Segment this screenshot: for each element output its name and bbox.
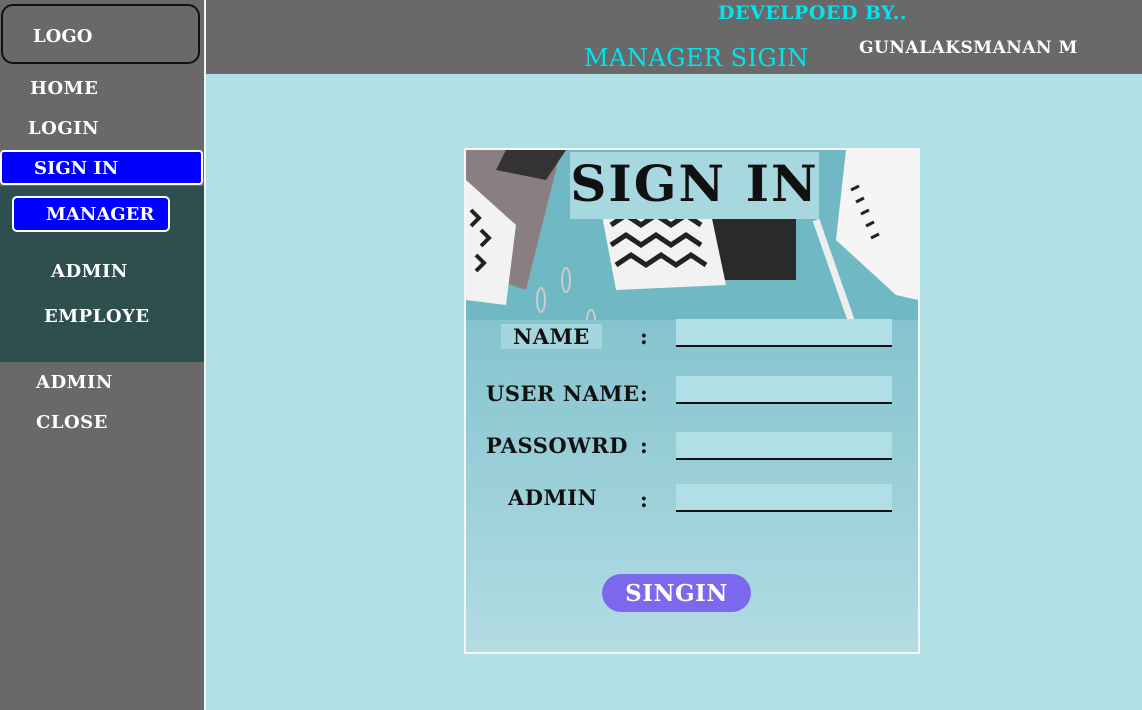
sidebar: LOGO HOME LOGIN SIGN IN MANAGER ADMIN EM…	[0, 0, 206, 710]
submenu-item-manager-label: MANAGER	[46, 204, 155, 225]
signin-button[interactable]: SINGIN	[602, 574, 751, 612]
submenu-item-employe[interactable]: EMPLOYE	[44, 306, 150, 327]
submenu-item-admin[interactable]: ADMIN	[51, 261, 128, 282]
sign-in-card: SIGN IN NAME : USER NAME : PASSOWRD : AD…	[464, 148, 920, 654]
name-field[interactable]	[676, 319, 892, 347]
sidebar-item-admin[interactable]: ADMIN	[36, 372, 113, 393]
sidebar-item-login[interactable]: LOGIN	[28, 118, 99, 139]
logo: LOGO	[1, 4, 200, 64]
admin-label: ADMIN	[508, 485, 598, 510]
sidebar-item-home[interactable]: HOME	[30, 78, 98, 99]
admin-colon: :	[640, 487, 648, 512]
page-title: MANAGER SIGIN	[584, 44, 809, 72]
password-colon: :	[640, 433, 648, 458]
logo-text: LOGO	[33, 26, 93, 47]
developer-name: GUNALAKSMANAN M	[859, 38, 1078, 58]
password-label: PASSOWRD	[486, 433, 628, 458]
username-colon: :	[640, 381, 648, 406]
sidebar-item-close[interactable]: CLOSE	[36, 412, 108, 433]
username-field[interactable]	[676, 376, 892, 404]
sidebar-item-sign-in[interactable]: SIGN IN	[0, 150, 203, 185]
sidebar-item-sign-in-label: SIGN IN	[34, 158, 119, 179]
sign-in-title-box: SIGN IN	[570, 152, 819, 219]
admin-field[interactable]	[676, 484, 892, 512]
developed-by-label: DEVELPOED BY..	[718, 2, 908, 24]
submenu-item-manager[interactable]: MANAGER	[12, 196, 170, 232]
password-field[interactable]	[676, 432, 892, 460]
header-bar: DEVELPOED BY.. MANAGER SIGIN GUNALAKSMAN…	[206, 0, 1142, 74]
name-label: NAME	[501, 324, 602, 349]
sign-in-submenu: MANAGER ADMIN EMPLOYE	[0, 186, 204, 362]
name-colon: :	[640, 324, 648, 349]
username-label: USER NAME	[486, 381, 640, 406]
sign-in-title: SIGN IN	[570, 154, 819, 213]
